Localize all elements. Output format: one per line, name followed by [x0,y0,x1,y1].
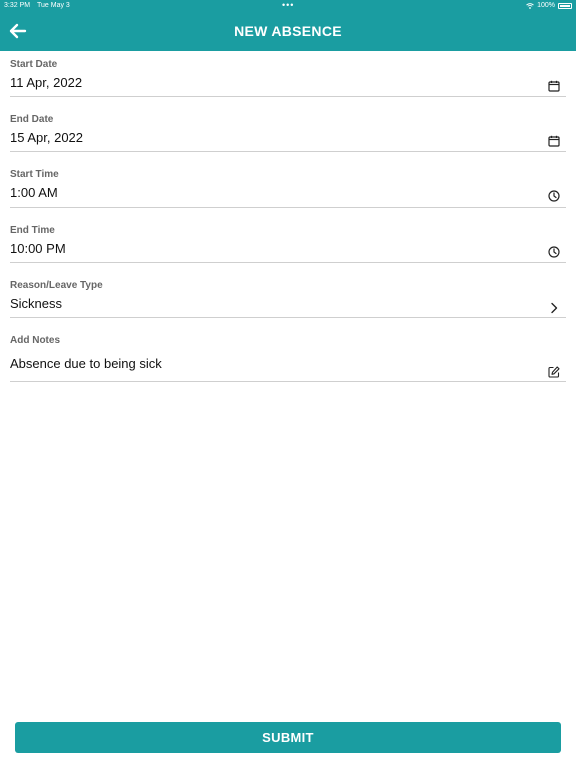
page-title: NEW ABSENCE [234,23,342,39]
multitasking-dots-icon[interactable]: ••• [282,1,294,10]
status-date: Tue May 3 [37,2,70,9]
battery-percent: 100% [537,2,555,9]
start-time-value: 1:00 AM [10,185,58,200]
end-time-label: End Time [10,225,55,236]
calendar-icon[interactable] [548,80,560,92]
reason-field[interactable]: Reason/Leave Type Sickness [10,277,566,318]
end-date-value: 15 Apr, 2022 [10,130,84,145]
end-time-field[interactable]: End Time 10:00 PM [10,222,566,263]
start-time-label: Start Time [10,169,59,180]
app-header: 3:32 PM Tue May 3 ••• 100% NEW ABSENCE [0,0,576,51]
edit-icon[interactable] [548,366,560,378]
battery-icon [558,2,572,9]
end-date-field[interactable]: End Date 15 Apr, 2022 [10,111,566,152]
start-time-field[interactable]: Start Time 1:00 AM [10,166,566,208]
start-date-field[interactable]: Start Date 11 Apr, 2022 [10,56,566,97]
end-date-label: End Date [10,114,54,125]
notes-field[interactable]: Add Notes Absence due to being sick [10,332,566,382]
notes-value[interactable]: Absence due to being sick [10,356,162,371]
start-date-value: 11 Apr, 2022 [10,75,83,90]
reason-label: Reason/Leave Type [10,280,103,291]
status-time: 3:32 PM [4,2,31,9]
calendar-icon[interactable] [548,135,560,147]
chevron-right-icon[interactable] [548,302,560,314]
status-right: 100% [526,2,572,9]
clock-icon[interactable] [548,246,560,258]
wifi-icon [526,2,534,9]
notes-label: Add Notes [10,335,60,346]
clock-icon[interactable] [548,190,560,202]
status-bar: 3:32 PM Tue May 3 ••• 100% [0,0,576,12]
end-time-value: 10:00 PM [10,241,66,256]
reason-value: Sickness [10,296,63,311]
start-date-label: Start Date [10,59,58,70]
submit-button[interactable]: SUBMIT [15,722,561,753]
